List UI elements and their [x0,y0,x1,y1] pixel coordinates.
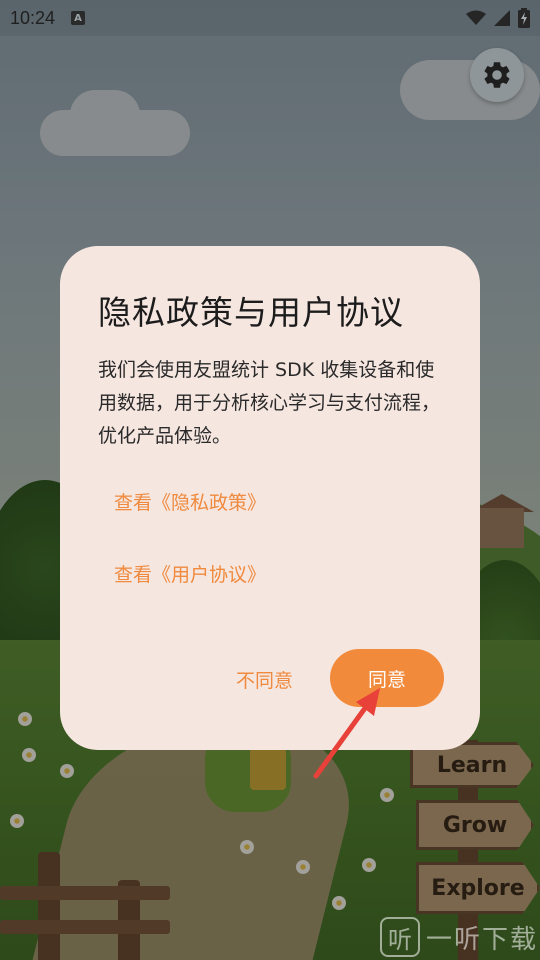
watermark-logo: 听 [380,917,420,957]
user-agreement-link[interactable]: 查看《用户协议》 [114,560,266,587]
red-annotation-arrow [313,688,380,779]
status-time: 10:24 [10,7,56,28]
wifi-icon [466,10,486,25]
dialog-body: 我们会使用友盟统计 SDK 收集设备和使用数据，用于分析核心学习与支付流程，优化… [98,359,441,447]
watermark-text: 一听下载 [426,924,539,955]
status-bar: 10:24 A [0,0,540,36]
status-icons [466,8,530,28]
a-icon: A [71,11,86,25]
watermark: 听 一听下载 [380,914,538,960]
battery-charging-icon [518,8,530,28]
settings-button[interactable] [470,48,524,102]
gear-icon [484,62,510,88]
privacy-policy-link[interactable]: 查看《隐私政策》 [114,488,266,515]
signal-icon [494,10,510,26]
privacy-dialog: 隐私政策与用户协议 我们会使用友盟统计 SDK 收集设备和使用数据，用于分析核心… [60,246,480,750]
dialog-title: 隐私政策与用户协议 [98,293,404,332]
disagree-button[interactable]: 不同意 [236,666,293,693]
